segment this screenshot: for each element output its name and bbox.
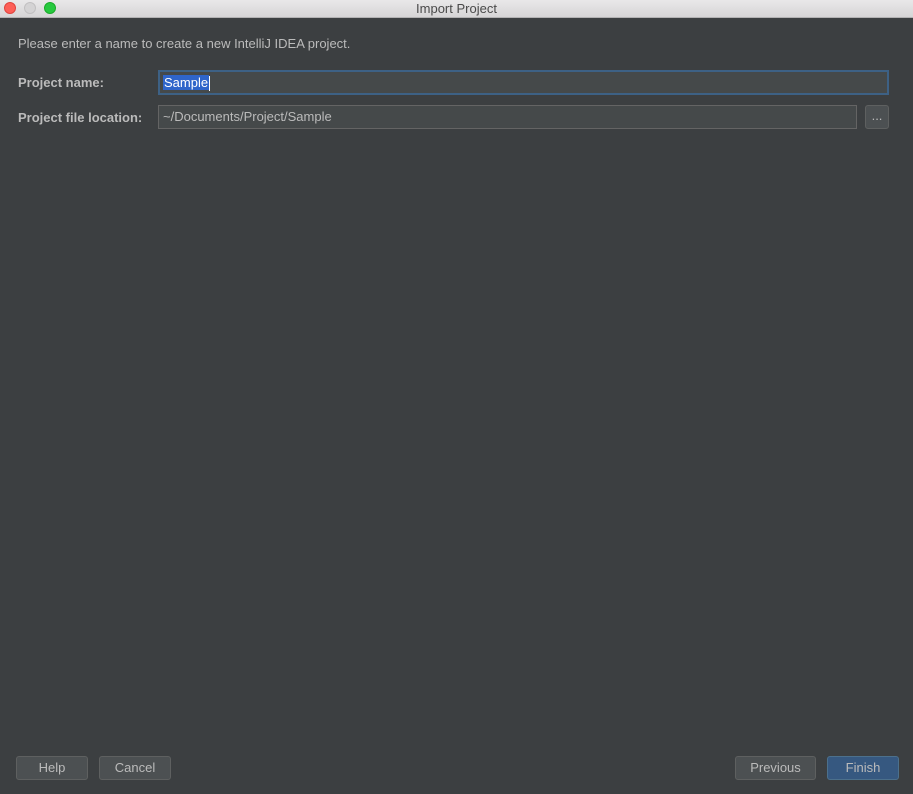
- help-button[interactable]: Help: [16, 756, 88, 780]
- previous-button[interactable]: Previous: [735, 756, 816, 780]
- project-location-value: ~/Documents/Project/Sample: [163, 109, 332, 124]
- project-location-label: Project file location:: [18, 110, 143, 125]
- window-title: Import Project: [416, 1, 497, 16]
- browse-location-button[interactable]: ...: [865, 105, 889, 129]
- project-name-input[interactable]: Sample: [158, 70, 889, 95]
- title-bar: Import Project: [0, 0, 913, 18]
- project-location-input[interactable]: ~/Documents/Project/Sample: [158, 105, 857, 129]
- import-project-dialog: Import Project Please enter a name to cr…: [0, 0, 913, 794]
- finish-button[interactable]: Finish: [827, 756, 899, 780]
- project-name-label: Project name:: [18, 75, 104, 90]
- intro-text: Please enter a name to create a new Inte…: [18, 36, 351, 51]
- text-caret: [209, 76, 211, 92]
- project-name-value: Sample: [163, 75, 210, 90]
- cancel-button[interactable]: Cancel: [99, 756, 171, 780]
